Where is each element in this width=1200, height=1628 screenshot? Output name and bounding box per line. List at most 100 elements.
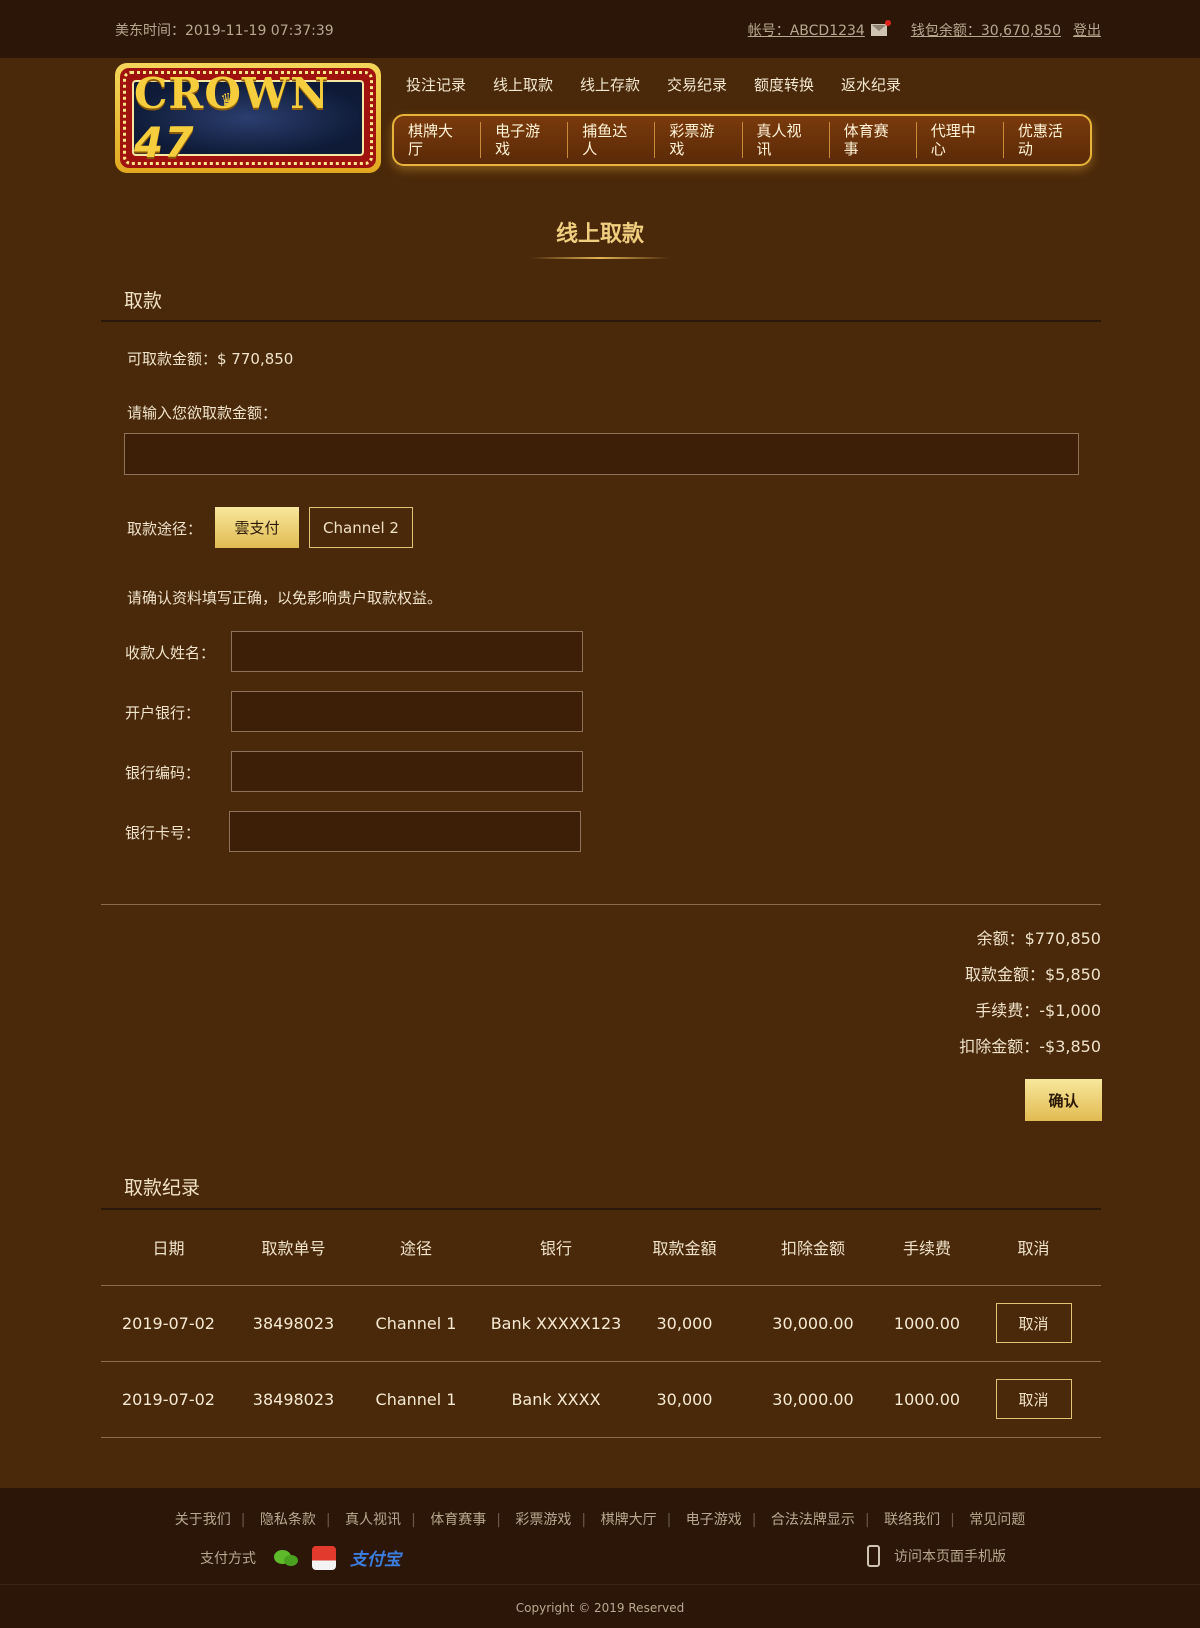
table-row: 2019-07-02 38498023 Channel 1 Bank XXXX … xyxy=(101,1361,1101,1438)
wallet-balance-link[interactable]: 钱包余额：30,670,850 xyxy=(911,20,1061,40)
col-date: 日期 xyxy=(101,1209,236,1286)
footer-link-contact[interactable]: 联络我们 xyxy=(884,1512,940,1528)
logout-link[interactable]: 登出 xyxy=(1073,20,1101,40)
cell-deduct: 30,000.00 xyxy=(738,1361,888,1438)
payment-methods: 支付方式 支付宝 xyxy=(200,1545,401,1570)
nav-lottery[interactable]: 彩票游戏 xyxy=(655,122,743,158)
nav-online-deposit[interactable]: 线上存款 xyxy=(580,74,667,95)
cell-bank: Bank XXXX xyxy=(481,1361,631,1438)
alipay-icon: 支付宝 xyxy=(350,1550,401,1570)
cell-cancel: 取消 xyxy=(966,1285,1101,1362)
nav-credit-transfer[interactable]: 额度转换 xyxy=(754,74,841,95)
cell-order: 38498023 xyxy=(236,1361,351,1438)
crown-icon: ♛ xyxy=(220,90,237,111)
nav-sports[interactable]: 体育赛事 xyxy=(830,122,917,158)
nav-live-casino[interactable]: 真人视讯 xyxy=(743,122,830,158)
col-deduct: 扣除金额 xyxy=(738,1209,888,1286)
nav-transactions[interactable]: 交易纪录 xyxy=(667,74,754,95)
channel-yunpay-button[interactable]: 雲支付 xyxy=(215,507,299,548)
summary-balance: 余额：$770,850 xyxy=(976,929,1101,948)
account-area: 帐号：ABCD1234 钱包余额：30,670,850 登出 xyxy=(748,20,1101,40)
table-row: 2019-07-02 38498023 Channel 1 Bank XXXXX… xyxy=(101,1285,1101,1362)
payee-name-label: 收款人姓名： xyxy=(125,644,216,662)
server-time: 美东时间：2019-11-19 07:37:39 xyxy=(115,23,334,39)
confirm-notice: 请确认资料填写正确，以免影响贵户取款权益。 xyxy=(127,589,443,607)
mobile-version-label: 访问本页面手机版 xyxy=(894,1549,1006,1565)
page-title: 线上取款 xyxy=(555,222,644,247)
title-underline xyxy=(530,257,670,259)
cell-fee: 1000.00 xyxy=(888,1285,966,1362)
col-bank: 银行 xyxy=(481,1209,631,1286)
withdraw-section-title: 取款 xyxy=(124,290,163,312)
footer-link-lottery[interactable]: 彩票游戏 xyxy=(515,1512,571,1528)
nav-rebate-records[interactable]: 返水纪录 xyxy=(841,74,928,95)
card-number-label: 银行卡号： xyxy=(125,824,201,842)
channel-2-button[interactable]: Channel 2 xyxy=(309,507,413,548)
nav-e-games[interactable]: 电子游戏 xyxy=(481,122,569,158)
wechat-pay-icon xyxy=(274,1548,300,1568)
cell-order: 38498023 xyxy=(236,1285,351,1362)
footer-links: 关于我们 | 隐私条款 | 真人视讯 | 体育赛事 | 彩票游戏 | 棋牌大厅 | 电子游戏… xyxy=(174,1512,1026,1528)
cell-deduct: 30,000.00 xyxy=(738,1285,888,1362)
col-fee: 手续费 xyxy=(888,1209,966,1286)
copyright: Copyright © 2019 Reserved xyxy=(515,1601,685,1615)
bank-code-label: 银行编码： xyxy=(125,764,201,782)
cell-amount: 30,000 xyxy=(631,1361,738,1438)
summary-withdraw-amount: 取款金额：$5,850 xyxy=(965,965,1101,984)
logo-frame: ♛ CROWN 47 xyxy=(120,68,376,168)
nav-agent-center[interactable]: 代理中心 xyxy=(917,122,1004,158)
cell-channel: Channel 1 xyxy=(351,1285,481,1362)
nav-fishing[interactable]: 捕鱼达人 xyxy=(568,122,656,158)
bank-name-input[interactable] xyxy=(231,691,583,732)
channel-label: 取款途径： xyxy=(127,520,203,538)
nav-bet-records[interactable]: 投注记录 xyxy=(406,74,493,95)
nav-promotions[interactable]: 优惠活动 xyxy=(1004,122,1090,158)
cell-date: 2019-07-02 xyxy=(101,1361,236,1438)
col-cancel: 取消 xyxy=(966,1209,1101,1286)
crown47-logo[interactable]: ♛ CROWN 47 xyxy=(115,63,381,173)
available-amount: 可取款金额：$ 770,850 xyxy=(127,350,294,368)
footer-link-sports[interactable]: 体育赛事 xyxy=(430,1512,486,1528)
summary-fee: 手续费：-$1,000 xyxy=(975,1001,1101,1020)
bank-name-label: 开户银行： xyxy=(125,704,201,722)
nav-chess-hall[interactable]: 棋牌大厅 xyxy=(408,122,482,158)
account-link[interactable]: 帐号：ABCD1234 xyxy=(748,20,865,40)
summary-deduct: 扣除金额：-$3,850 xyxy=(959,1037,1101,1056)
cell-date: 2019-07-02 xyxy=(101,1285,236,1362)
cancel-button[interactable]: 取消 xyxy=(995,1379,1072,1419)
payment-label: 支付方式 xyxy=(200,1550,256,1567)
phone-icon xyxy=(867,1545,880,1567)
logo-text: CROWN 47 xyxy=(134,69,330,167)
cancel-button[interactable]: 取消 xyxy=(995,1303,1072,1343)
unionpay-icon xyxy=(312,1545,336,1570)
col-channel: 途径 xyxy=(351,1209,481,1286)
withdraw-amount-input[interactable] xyxy=(124,433,1079,475)
cell-bank: Bank XXXXX123 xyxy=(481,1285,631,1362)
footer-link-chess[interactable]: 棋牌大厅 xyxy=(601,1512,657,1528)
mail-icon[interactable] xyxy=(870,20,891,36)
withdraw-records-table: 日期 取款单号 途径 银行 取款金額 扣除金额 手续费 取消 2019-07-0… xyxy=(101,1209,1101,1438)
footer-link-live[interactable]: 真人视讯 xyxy=(345,1512,401,1528)
footer-link-about[interactable]: 关于我们 xyxy=(175,1512,231,1528)
withdraw-divider xyxy=(101,320,1101,322)
mobile-version-link[interactable]: 访问本页面手机版 xyxy=(867,1545,1006,1567)
summary-divider xyxy=(101,904,1101,905)
cell-cancel: 取消 xyxy=(966,1361,1101,1438)
card-number-input[interactable] xyxy=(229,811,581,852)
footer: 关于我们 | 隐私条款 | 真人视讯 | 体育赛事 | 彩票游戏 | 棋牌大厅 | 电子游戏… xyxy=(0,1488,1200,1628)
payee-name-input[interactable] xyxy=(231,631,583,672)
footer-link-license[interactable]: 合法法牌显示 xyxy=(771,1512,855,1528)
confirm-button[interactable]: 确认 xyxy=(1025,1079,1102,1121)
footer-link-egames[interactable]: 电子游戏 xyxy=(686,1512,742,1528)
cell-fee: 1000.00 xyxy=(888,1361,966,1438)
col-amount: 取款金額 xyxy=(631,1209,738,1286)
secondary-nav: 投注记录 线上取款 线上存款 交易纪录 额度转换 返水纪录 xyxy=(406,74,928,95)
bank-code-input[interactable] xyxy=(231,751,583,792)
nav-online-withdraw[interactable]: 线上取款 xyxy=(493,74,580,95)
records-section-title: 取款纪录 xyxy=(124,1177,201,1199)
main-nav: 棋牌大厅 电子游戏 捕鱼达人 彩票游戏 真人视讯 体育赛事 代理中心 优惠活动 xyxy=(392,114,1092,166)
footer-divider xyxy=(0,1584,1200,1585)
col-order-number: 取款单号 xyxy=(236,1209,351,1286)
footer-link-privacy[interactable]: 隐私条款 xyxy=(260,1512,316,1528)
footer-link-faq[interactable]: 常见问题 xyxy=(969,1512,1025,1528)
